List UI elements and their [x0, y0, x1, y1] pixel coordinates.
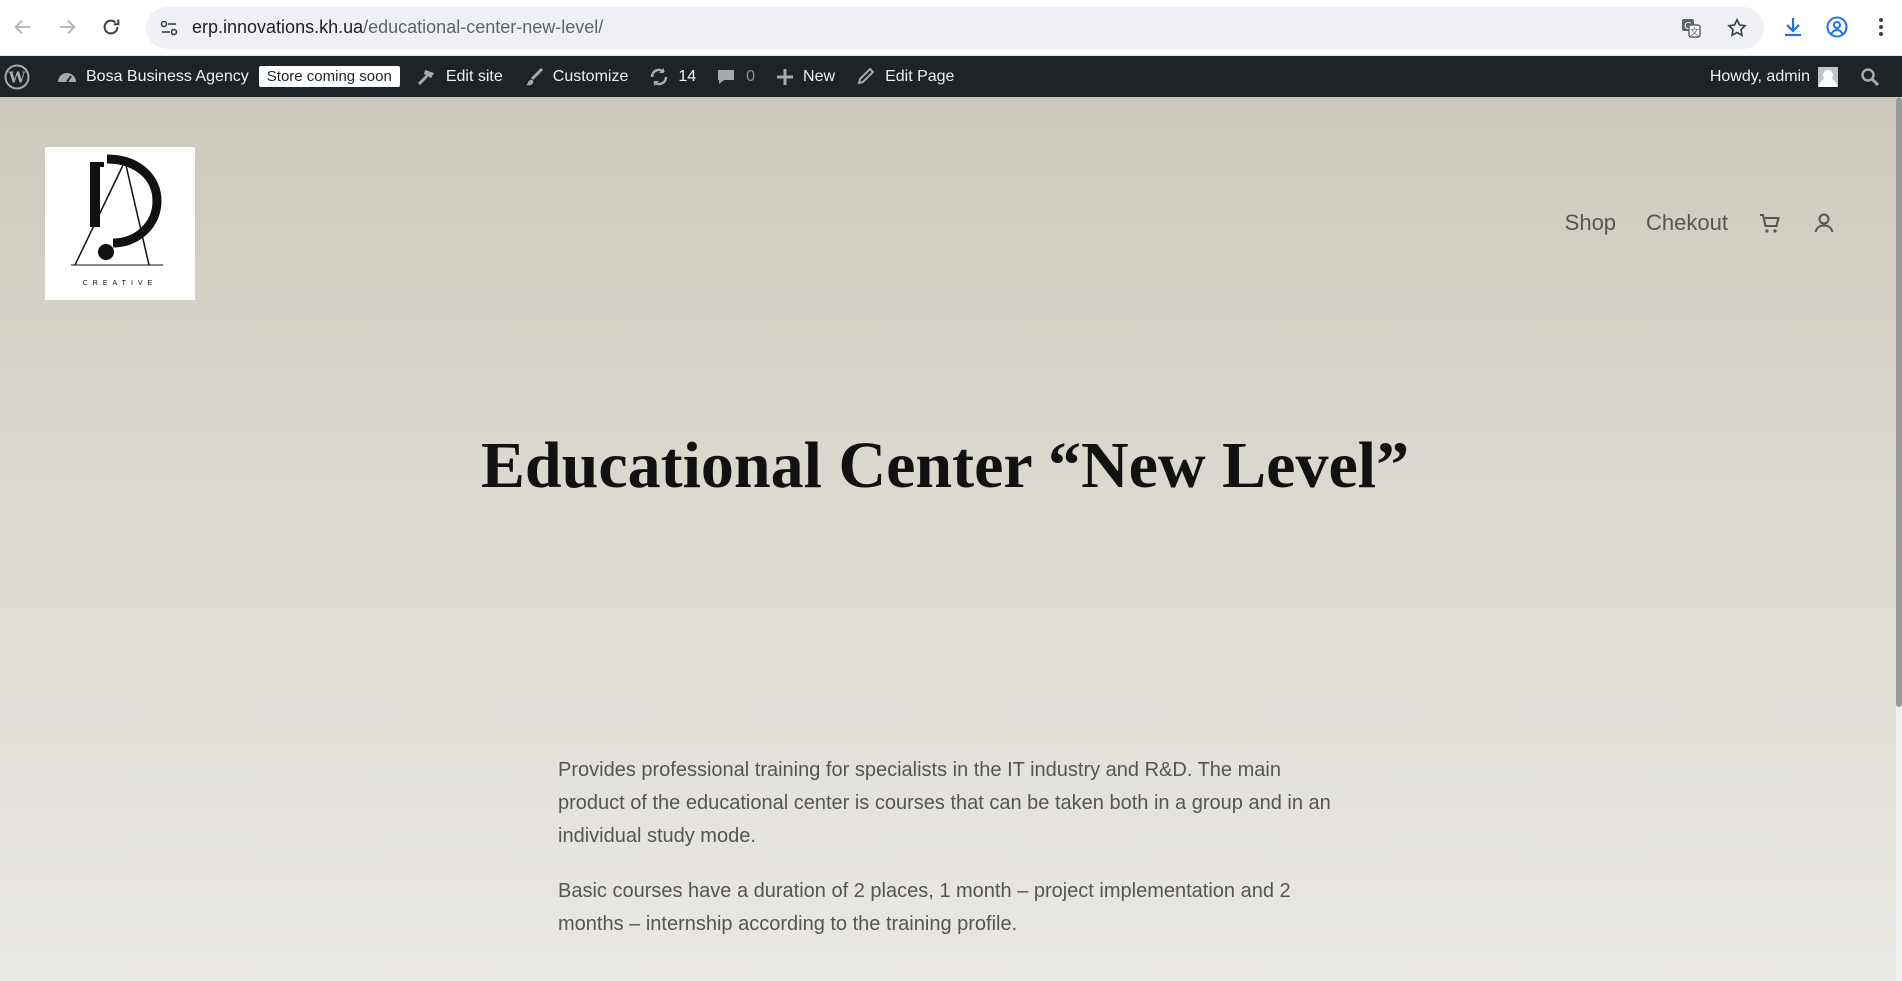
- edit-site-label: Edit site: [445, 67, 503, 85]
- account-menu[interactable]: Howdy, admin: [1700, 56, 1848, 97]
- edit-page-button[interactable]: Edit Page: [845, 56, 964, 97]
- forward-button[interactable]: [50, 10, 84, 44]
- comments-button[interactable]: 0: [706, 56, 765, 97]
- account-user-icon[interactable]: [1812, 211, 1836, 235]
- cart-icon[interactable]: [1758, 211, 1782, 235]
- site-name-menu[interactable]: Bosa Business Agency: [46, 56, 259, 97]
- url-host: erp.innovations.kh.ua: [192, 17, 364, 37]
- new-label: New: [803, 67, 836, 85]
- bookmark-star-icon[interactable]: [1724, 15, 1750, 41]
- customize-label: Customize: [552, 67, 629, 85]
- back-arrow-icon: [14, 19, 31, 35]
- edit-page-label: Edit Page: [885, 67, 955, 85]
- courses-paragraph: Basic courses have a duration of 2 place…: [558, 880, 1291, 935]
- reload-icon: [103, 19, 120, 35]
- back-button[interactable]: [6, 10, 40, 44]
- site-navigation: Shop Chekout: [1565, 210, 1836, 236]
- site-name-label: Bosa Business Agency: [86, 67, 249, 85]
- pencil-icon: [857, 67, 875, 84]
- profile-icon[interactable]: [1824, 14, 1850, 40]
- store-status-badge[interactable]: Store coming soon: [258, 66, 400, 87]
- comment-bubble-icon: [718, 69, 735, 84]
- wordpress-logo-button[interactable]: W: [0, 56, 46, 97]
- logo-monogram-icon: [71, 154, 163, 266]
- admin-search-button[interactable]: [1848, 56, 1902, 97]
- svg-text:W: W: [8, 68, 27, 86]
- plus-icon: [777, 68, 794, 85]
- site-info-icon[interactable]: [156, 15, 182, 41]
- address-bar[interactable]: erp.innovations.kh.ua/educational-center…: [146, 7, 1764, 49]
- page-title: Educational Center “New Level”: [480, 429, 1410, 502]
- updates-count: 14: [678, 67, 697, 85]
- avatar: [1818, 66, 1838, 87]
- browser-menu-icon[interactable]: [1868, 14, 1894, 40]
- site-logo[interactable]: CREATIVE: [45, 147, 195, 300]
- updates-button[interactable]: 14: [638, 56, 706, 97]
- search-icon: [1861, 67, 1880, 86]
- howdy-label: Howdy, admin: [1709, 67, 1810, 85]
- intro-paragraph: Provides professional training for speci…: [558, 759, 1331, 847]
- forward-arrow-icon: [59, 19, 76, 35]
- reload-button[interactable]: [94, 10, 128, 44]
- page-scrollbar-thumb[interactable]: [1896, 97, 1902, 707]
- new-content-button[interactable]: New: [765, 56, 845, 97]
- paintbrush-icon: [525, 67, 543, 85]
- download-icon[interactable]: [1780, 14, 1806, 40]
- nav-checkout-link[interactable]: Chekout: [1646, 210, 1728, 236]
- nav-shop-link[interactable]: Shop: [1565, 210, 1616, 236]
- translate-icon[interactable]: G文: [1678, 15, 1704, 41]
- browser-toolbar: erp.innovations.kh.ua/educational-center…: [0, 0, 1902, 56]
- dashboard-gauge-icon: [58, 72, 76, 83]
- edit-site-button[interactable]: Edit site: [406, 56, 513, 97]
- url-text[interactable]: erp.innovations.kh.ua/educational-center…: [192, 17, 603, 38]
- customize-button[interactable]: Customize: [513, 56, 639, 97]
- logo-text: CREATIVE: [82, 280, 158, 287]
- updates-refresh-icon: [651, 67, 668, 86]
- wp-admin-bar: W Bosa Business Agency Store coming soon…: [0, 56, 1902, 97]
- hammer-icon: [417, 69, 434, 85]
- wordpress-icon: W: [4, 64, 30, 89]
- svg-text:文: 文: [1690, 26, 1699, 38]
- comments-count: 0: [746, 67, 756, 85]
- url-path: /educational-center-new-level/: [363, 17, 604, 37]
